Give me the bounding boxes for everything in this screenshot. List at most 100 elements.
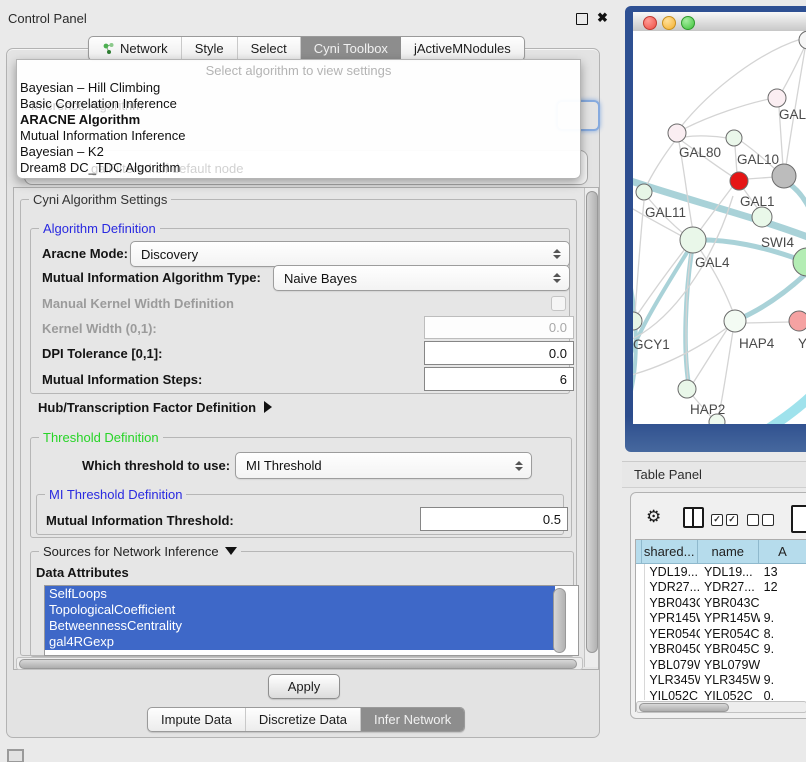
network-edge[interactable] [646, 141, 675, 187]
table-row[interactable]: YDL19...YDL19...13 [636, 564, 806, 580]
table-row[interactable]: YIL052CYIL052C0. [636, 688, 806, 700]
table-settings-gear-icon[interactable]: ⚙ [646, 508, 661, 525]
column-visibility-icon[interactable] [683, 507, 704, 528]
network-node[interactable] [768, 89, 786, 107]
attribute-item[interactable]: gal4RGexp [45, 634, 555, 650]
mi-threshold-input[interactable]: 0.5 [420, 507, 568, 531]
deselect-all-rows-icon[interactable] [747, 514, 774, 526]
network-node[interactable] [789, 311, 806, 331]
table-column-header[interactable]: name [698, 540, 759, 564]
algorithm-popup-item[interactable]: Basic Correlation Inference [17, 96, 580, 112]
table-panel-titlebar: Table Panel [622, 461, 806, 488]
attribute-item[interactable]: TopologicalCoefficient [45, 602, 555, 618]
network-node[interactable] [724, 310, 746, 332]
network-edge[interactable] [680, 98, 774, 131]
attribute-item[interactable]: BetweennessCentrality [45, 618, 555, 634]
mi-type-select[interactable]: Naive Bayes [273, 265, 570, 291]
hub-definition-toggle[interactable]: Hub/Transcription Factor Definition [38, 400, 272, 415]
network-node[interactable] [726, 130, 742, 146]
tab-style[interactable]: Style [182, 37, 238, 60]
network-node-label: HAP2 [690, 402, 725, 417]
mi-threshold-label: Mutual Information Threshold: [46, 513, 234, 528]
settings-hscrollbar[interactable] [16, 657, 583, 670]
network-node[interactable] [680, 227, 706, 253]
network-node[interactable] [668, 124, 686, 142]
threshold-definition-title: Threshold Definition [39, 430, 163, 445]
docked-panel-icon[interactable] [7, 749, 24, 762]
settings-vscrollbar-thumb[interactable] [586, 191, 598, 653]
network-edge[interactable] [637, 249, 685, 315]
mi-steps-input[interactable]: 6 [424, 367, 574, 391]
dpi-tolerance-input[interactable]: 0.0 [424, 341, 574, 365]
minimize-traffic-light-icon[interactable] [662, 16, 676, 30]
network-edge[interactable] [633, 271, 636, 391]
table-row[interactable]: YBR045CYBR045C9. [636, 642, 806, 658]
close-traffic-light-icon[interactable] [643, 16, 657, 30]
network-edge[interactable] [788, 183, 806, 231]
aracne-mode-select[interactable]: Discovery [130, 241, 570, 267]
settings-vscrollbar[interactable] [584, 188, 598, 667]
close-panel-icon[interactable]: ✖ [597, 11, 608, 24]
network-edge[interactable] [745, 322, 790, 323]
data-attributes-list[interactable]: SelfLoopsTopologicalCoefficientBetweenne… [44, 585, 579, 656]
network-graph[interactable]: GALGAL80GAL10GAL1GAL11SWI4GAL4GCY1HAP4YH… [633, 31, 806, 424]
network-edge[interactable] [635, 201, 644, 314]
which-threshold-select[interactable]: MI Threshold [235, 452, 532, 479]
table-cell: 9. [760, 673, 806, 689]
table-hscrollbar[interactable] [636, 701, 806, 713]
aracne-mode-label: Aracne Mode: [42, 246, 128, 261]
select-all-rows-icon[interactable]: ✓✓ [711, 514, 738, 526]
network-node[interactable] [799, 31, 806, 49]
table-row[interactable]: YPR145WYPR145W9. [636, 611, 806, 627]
sources-group-toggle[interactable]: Sources for Network Inference [39, 544, 241, 559]
algorithm-popup-item[interactable]: Dream8 DC_TDC Algorithm [17, 160, 580, 176]
algorithm-popup-item[interactable]: Bayesian – K2 [17, 144, 580, 160]
expand-right-icon[interactable] [264, 401, 272, 413]
network-edge[interactable] [685, 136, 727, 138]
network-edge[interactable] [747, 177, 775, 179]
manual-kernel-checkbox[interactable] [551, 296, 566, 311]
network-canvas[interactable]: GALGAL80GAL10GAL1GAL11SWI4GAL4GCY1HAP4YH… [633, 31, 806, 424]
float-window-icon[interactable] [576, 13, 588, 25]
network-window-titlebar[interactable] [633, 12, 806, 32]
algorithm-popup-item[interactable]: Bayesian – Hill Climbing [17, 80, 580, 96]
table-row[interactable]: YBL079WYBL079W [636, 657, 806, 673]
network-node[interactable] [752, 207, 772, 227]
table-row[interactable]: YBR043CYBR043C [636, 595, 806, 611]
tab-discretize-data[interactable]: Discretize Data [246, 708, 361, 731]
network-node[interactable] [730, 172, 748, 190]
apply-button[interactable]: Apply [268, 674, 340, 699]
table-cell: YER054C [700, 626, 760, 642]
network-edge[interactable] [768, 389, 806, 424]
table-column-header[interactable]: shared... [642, 540, 698, 564]
table-row[interactable]: YDR27...YDR27...12 [636, 580, 806, 596]
table-hscrollbar-thumb[interactable] [639, 703, 729, 712]
table-column-header[interactable]: A [759, 540, 806, 564]
tab-select[interactable]: Select [238, 37, 301, 60]
network-node[interactable] [678, 380, 696, 398]
tab-cyni-toolbox[interactable]: Cyni Toolbox [301, 37, 401, 60]
table-row[interactable]: YER054CYER054C8. [636, 626, 806, 642]
attribute-item[interactable]: SelfLoops [45, 586, 555, 602]
kernel-width-input[interactable]: 0.0 [424, 316, 574, 339]
table-row[interactable]: YLR345WYLR345W9. [636, 673, 806, 689]
tab-impute-data[interactable]: Impute Data [148, 708, 246, 731]
zoom-traffic-light-icon[interactable] [681, 16, 695, 30]
table-header-row: shared...nameA [636, 540, 806, 564]
network-node[interactable] [793, 248, 806, 276]
table-cell: 8. [760, 626, 806, 642]
network-node[interactable] [772, 164, 796, 188]
algorithm-popup-item[interactable]: ARACNE Algorithm [17, 112, 580, 128]
algorithm-popup-item[interactable]: Mutual Information Inference [17, 128, 580, 144]
new-table-icon[interactable] [791, 505, 806, 533]
table-cell: 12 [760, 580, 806, 596]
tab-jactivemnodules[interactable]: jActiveMNodules [401, 37, 524, 60]
tab-network[interactable]: Network [89, 37, 182, 60]
network-edge[interactable] [693, 328, 728, 383]
network-node[interactable] [636, 184, 652, 200]
tab-infer-network[interactable]: Infer Network [361, 708, 464, 731]
collapse-down-icon[interactable] [225, 547, 237, 555]
settings-hscrollbar-thumb[interactable] [19, 659, 577, 669]
network-node-label: GAL80 [679, 145, 721, 160]
list-scrollbar-thumb[interactable] [553, 588, 566, 653]
